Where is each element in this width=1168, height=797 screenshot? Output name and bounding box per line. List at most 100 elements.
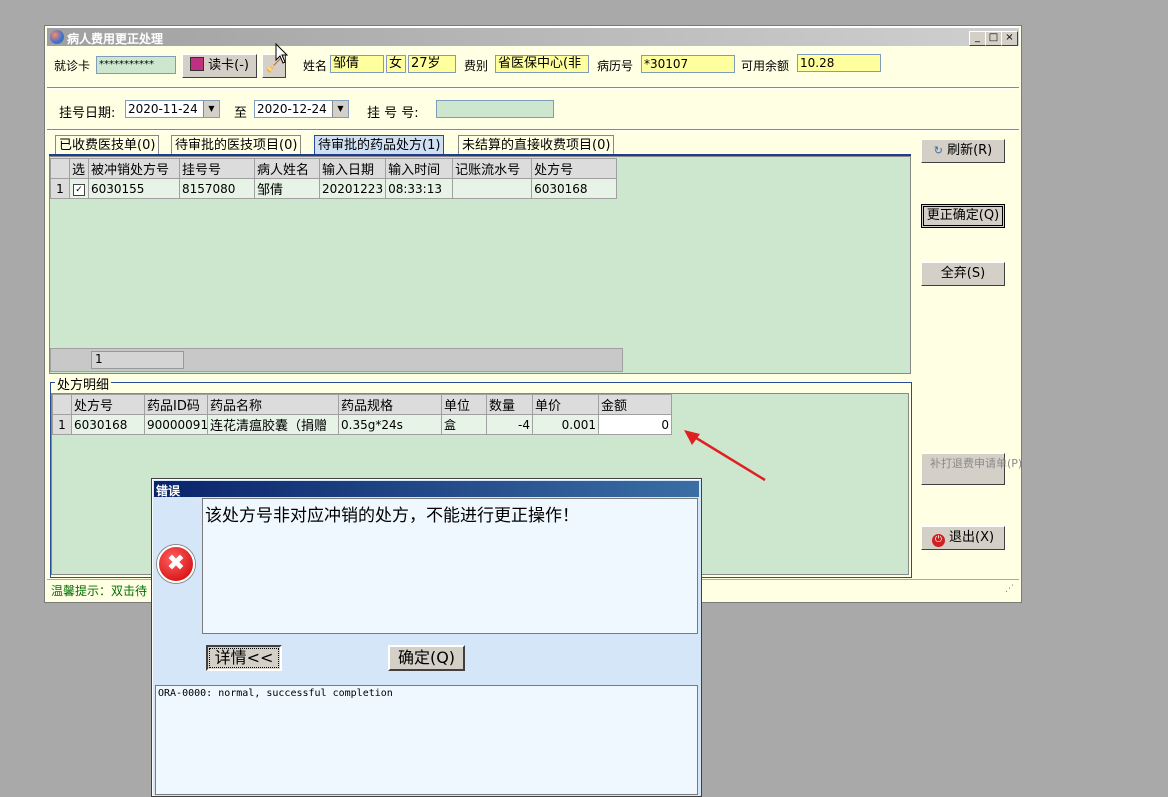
confirm-correction-button[interactable]: 更正确定(Q) (921, 204, 1005, 228)
fee-type-field[interactable]: 省医保中心(非 (495, 55, 589, 73)
date-from-value: 2020-11-24 (128, 102, 198, 116)
read-card-button[interactable]: 读卡(-) (182, 54, 257, 78)
col-time-header[interactable]: 输入时间 (385, 158, 454, 179)
hint-text: 温馨提示：双击待 (51, 584, 148, 598)
window-title: 病人费用更正处理 (67, 32, 164, 46)
error-message: 该处方号非对应冲销的处方，不能进行更正操作！ (202, 498, 698, 634)
row-index: 1 (50, 178, 70, 199)
minimize-button[interactable]: _ (969, 31, 986, 46)
row-index: 1 (52, 414, 72, 435)
serial-cell[interactable] (452, 178, 533, 199)
col-orig-rx-header[interactable]: 被冲销处方号 (88, 158, 180, 179)
col-unit-header[interactable]: 单位 (441, 394, 487, 415)
age-field[interactable]: 27岁 (408, 55, 456, 73)
tab-pending-tech[interactable]: 待审批的医技项目(0) (171, 135, 302, 156)
tab-pending-drug[interactable]: 待审批的药品处方(1) (314, 135, 445, 156)
date-label: 挂号日期: (59, 106, 116, 121)
date-from-picker[interactable]: 2020-11-24 ▼ (125, 100, 220, 118)
price-cell[interactable]: 0.001 (532, 414, 599, 435)
grid-footer: 1 (50, 348, 623, 372)
col-qty-header[interactable]: 数量 (486, 394, 533, 415)
record-no-label: 病历号 (597, 59, 634, 73)
dialog-title: 错误 (156, 484, 181, 498)
close-button[interactable]: × (1001, 31, 1018, 46)
checkbox[interactable]: ✓ (73, 184, 85, 196)
error-details: ORA-0000: normal, successful completion (155, 685, 698, 795)
name-cell[interactable]: 邹倩 (254, 178, 320, 199)
refresh-button[interactable]: ↻ 刷新(R) (921, 139, 1005, 163)
tab-charged-tech[interactable]: 已收费医技单(0) (55, 135, 160, 156)
annotation-arrow (684, 430, 766, 482)
col-name-header[interactable]: 病人姓名 (254, 158, 320, 179)
col-rx-header[interactable]: 处方号 (71, 394, 145, 415)
rx-cell[interactable]: 6030168 (71, 414, 145, 435)
orig-rx-cell[interactable]: 6030155 (88, 178, 180, 199)
balance-field[interactable]: 10.28 (797, 54, 881, 72)
error-icon: ✖ (157, 545, 195, 583)
discard-all-button[interactable]: 全弃(S) (921, 262, 1005, 286)
col-index-header (50, 158, 70, 179)
col-price-header[interactable]: 单价 (532, 394, 599, 415)
col-amount-header[interactable]: 金额 (598, 394, 672, 415)
amount-cell[interactable]: 0 (598, 414, 672, 435)
table-row[interactable]: 1 6030168 900000919 连花清瘟胶囊（捐赠 0.35g*24s … (52, 414, 672, 435)
card-icon (190, 57, 204, 71)
footer-count: 1 (91, 351, 184, 369)
title-bar[interactable]: 病人费用更正处理 _ □ × (47, 28, 1019, 46)
date-to-picker[interactable]: 2020-12-24 ▼ (254, 100, 349, 118)
col-rx-header[interactable]: 处方号 (531, 158, 618, 179)
reg-no-input[interactable] (436, 100, 554, 118)
reg-no-label: 挂 号 号: (367, 106, 419, 121)
row-select-cell[interactable]: ✓ (69, 178, 89, 199)
tab-unsettled-direct[interactable]: 未结算的直接收费项目(0) (458, 135, 615, 156)
table-row[interactable]: 1 ✓ 6030155 8157080 邹倩 20201223 08:33:13… (50, 178, 618, 199)
separator (47, 129, 1019, 131)
name-label: 姓名 (303, 59, 328, 73)
col-reg-no-header[interactable]: 挂号号 (179, 158, 255, 179)
card-input[interactable]: *********** (96, 56, 176, 74)
refresh-label: 刷新(R) (947, 143, 993, 158)
qty-cell[interactable]: -4 (486, 414, 533, 435)
reg-no-cell[interactable]: 8157080 (179, 178, 255, 199)
col-serial-header[interactable]: 记账流水号 (452, 158, 533, 179)
spec-cell[interactable]: 0.35g*24s (338, 414, 442, 435)
power-icon: ⏻ (931, 534, 945, 547)
col-spec-header[interactable]: 药品规格 (338, 394, 442, 415)
exit-button[interactable]: ⏻ 退出(X) (921, 526, 1005, 550)
dialog-title-bar[interactable]: 错误 (154, 481, 699, 498)
read-card-label: 读卡(-) (208, 58, 249, 73)
app-icon (50, 30, 64, 44)
rx-cell[interactable]: 6030168 (531, 178, 618, 199)
sex-field[interactable]: 女 (386, 55, 406, 73)
refresh-icon: ↻ (933, 144, 943, 157)
unit-cell[interactable]: 盒 (441, 414, 487, 435)
ok-button[interactable]: 确定(Q) (388, 645, 465, 671)
card-label: 就诊卡 (54, 59, 91, 73)
to-label: 至 (234, 106, 248, 121)
reprint-refund-button[interactable]: 补打退费申请单(P) (921, 453, 1022, 485)
time-cell[interactable]: 08:33:13 (385, 178, 454, 199)
record-no-field[interactable]: *30107 (641, 55, 735, 73)
error-dialog: 错误 ✖ 该处方号非对应冲销的处方，不能进行更正操作！ 详情<< 确定(Q) O… (151, 478, 702, 797)
drug-id-cell[interactable]: 900000919 (144, 414, 208, 435)
drug-name-cell[interactable]: 连花清瘟胶囊（捐赠 (207, 414, 339, 435)
detail-caption: 处方明细 (55, 374, 112, 393)
date-cell[interactable]: 20201223 (318, 178, 387, 199)
details-button[interactable]: 详情<< (206, 645, 282, 671)
fee-type-label: 费别 (464, 59, 489, 73)
col-drug-name-header[interactable]: 药品名称 (207, 394, 339, 415)
grid-header-row: 选 被冲销处方号 挂号号 病人姓名 输入日期 输入时间 记账流水号 处方号 (50, 158, 618, 179)
name-field[interactable]: 邹倩 (330, 55, 384, 73)
mouse-cursor-icon (275, 43, 289, 64)
chevron-down-icon[interactable]: ▼ (332, 101, 348, 117)
chevron-down-icon[interactable]: ▼ (203, 101, 219, 117)
col-date-header[interactable]: 输入日期 (318, 158, 387, 179)
maximize-button[interactable]: □ (985, 31, 1002, 46)
col-index-header (52, 394, 72, 415)
col-drug-id-header[interactable]: 药品ID码 (144, 394, 208, 415)
arrow-line (687, 431, 766, 482)
col-select-header[interactable]: 选 (69, 158, 89, 179)
resize-grip-icon[interactable]: ⋰ (1005, 584, 1014, 594)
detail-grid: 处方号 药品ID码 药品名称 药品规格 单位 数量 单价 金额 1 603016… (52, 394, 672, 435)
exit-label: 退出(X) (949, 530, 995, 545)
